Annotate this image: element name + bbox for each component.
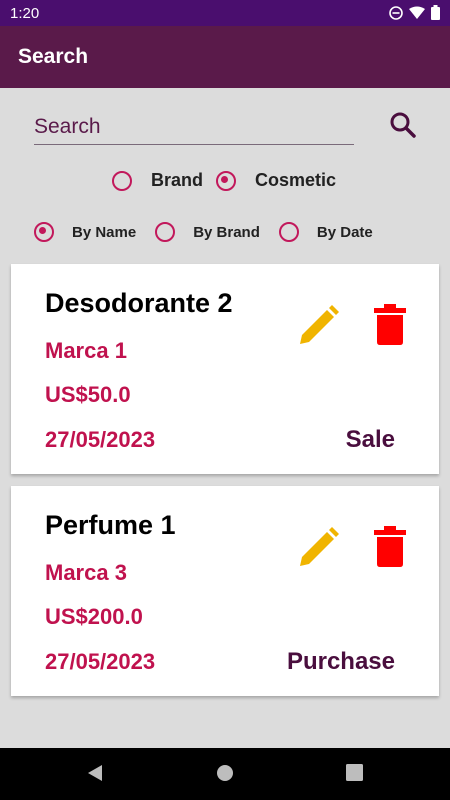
edit-button[interactable] [298,304,340,346]
delete-icon [374,526,406,567]
product-date: 27/05/2023 [45,427,156,452]
product-price: US$200.0 [45,604,143,629]
radio-by-date-label: By Date [316,223,373,241]
status-icons [389,5,440,20]
product-card[interactable]: Desodorante 2 Marca 1 US$50.0 27/05/2023… [11,264,439,474]
status-bar: 1:20 [0,0,450,26]
radio-by-date-circle [278,222,299,242]
battery-icon [431,5,440,20]
radio-brand-circle [112,170,132,191]
back-icon [88,765,102,781]
recents-icon [346,764,363,781]
product-name: Desodorante 2 [45,288,233,318]
wifi-icon [409,6,425,19]
radio-by-date[interactable]: By Date [278,222,373,242]
radio-brand[interactable]: Brand [112,170,203,191]
radio-by-brand[interactable]: By Brand [155,222,260,242]
product-name: Perfume 1 [45,510,176,540]
status-time: 1:20 [10,5,40,22]
delete-button[interactable] [373,304,407,346]
transaction-type: Sale [345,426,395,453]
radio-brand-label: Brand [151,170,204,190]
edit-icon [300,527,339,566]
product-card[interactable]: Perfume 1 Marca 3 US$200.0 27/05/2023 Pu… [11,486,439,696]
radio-by-brand-circle [155,222,176,242]
radio-by-name[interactable]: By Name [34,222,136,242]
back-button[interactable] [86,764,104,787]
sort-filter: By Name By Brand By Date [34,222,373,242]
search-input[interactable] [34,110,354,145]
radio-by-name-label: By Name [72,223,137,241]
navigation-bar [0,748,450,800]
app-bar: Search [0,26,450,88]
search-button[interactable] [388,110,418,140]
radio-cosmetic-circle [216,170,237,191]
radio-by-name-circle [34,222,54,242]
edit-button[interactable] [298,526,340,568]
dnd-icon [389,5,403,20]
recents-button[interactable] [346,764,363,786]
radio-by-brand-label: By Brand [193,223,260,241]
product-price: US$50.0 [45,382,131,407]
home-icon [217,765,233,781]
delete-icon [374,304,406,345]
category-filter: Brand Cosmetic [112,170,336,191]
radio-cosmetic-label: Cosmetic [255,170,337,190]
radio-cosmetic[interactable]: Cosmetic [216,170,336,191]
product-date: 27/05/2023 [45,649,156,674]
home-button[interactable] [216,764,234,787]
product-brand: Marca 3 [45,560,127,585]
edit-icon [300,305,339,344]
page-title: Search [18,45,89,68]
search-icon [390,112,416,138]
transaction-type: Purchase [286,648,395,675]
delete-button[interactable] [373,526,407,568]
product-brand: Marca 1 [45,338,127,363]
